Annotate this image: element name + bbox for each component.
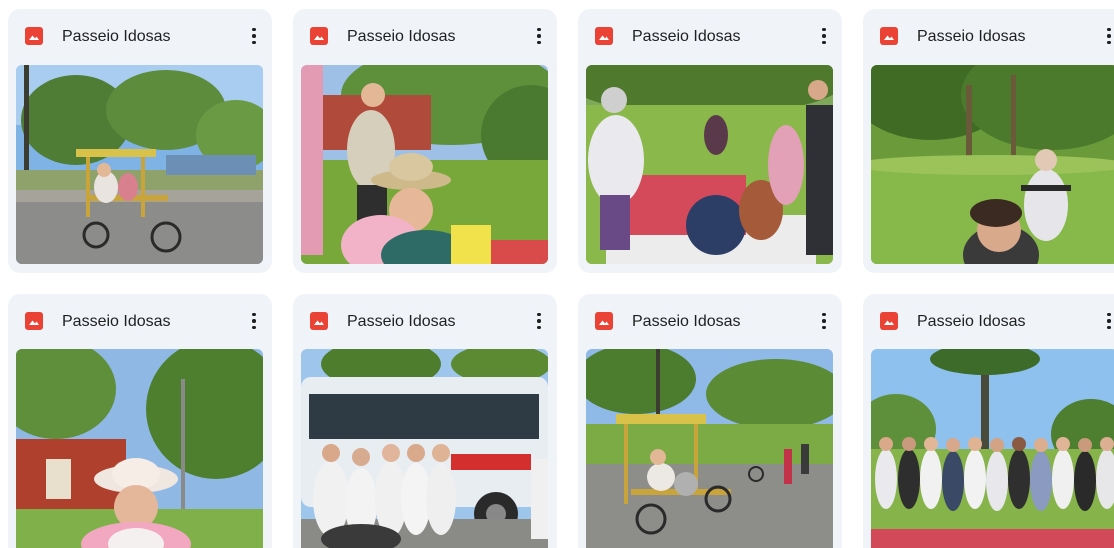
file-card[interactable]: Passeio Idosas bbox=[578, 294, 842, 548]
file-card-header: Passeio Idosas bbox=[578, 9, 842, 63]
image-thumbnail[interactable] bbox=[16, 65, 263, 264]
image-file-icon bbox=[25, 27, 43, 45]
image-thumbnail[interactable] bbox=[586, 349, 833, 548]
image-file-icon bbox=[880, 312, 898, 330]
file-card[interactable]: Passeio Idosas bbox=[578, 9, 842, 273]
file-title: Passeio Idosas bbox=[62, 313, 171, 330]
image-file-icon bbox=[595, 27, 613, 45]
file-card-header: Passeio Idosas bbox=[578, 294, 842, 348]
image-file-icon bbox=[310, 312, 328, 330]
more-options-button[interactable] bbox=[1097, 22, 1114, 50]
more-vert-icon bbox=[1107, 27, 1111, 32]
more-vert-icon bbox=[252, 27, 256, 32]
file-card[interactable]: Passeio Idosas bbox=[863, 9, 1114, 273]
file-title: Passeio Idosas bbox=[632, 28, 741, 45]
more-options-button[interactable] bbox=[812, 22, 836, 50]
file-card[interactable]: Passeio Idosas bbox=[8, 294, 272, 548]
more-vert-icon bbox=[537, 312, 541, 317]
file-card-header: Passeio Idosas bbox=[293, 294, 557, 348]
file-card-header: Passeio Idosas bbox=[8, 9, 272, 63]
more-vert-icon bbox=[1107, 312, 1111, 317]
file-card-header: Passeio Idosas bbox=[863, 9, 1114, 63]
file-card[interactable]: Passeio Idosas bbox=[293, 294, 557, 548]
file-card[interactable]: Passeio Idosas bbox=[8, 9, 272, 273]
image-thumbnail[interactable] bbox=[586, 65, 833, 264]
file-card-header: Passeio Idosas bbox=[293, 9, 557, 63]
file-card[interactable]: Passeio Idosas bbox=[293, 9, 557, 273]
more-options-button[interactable] bbox=[242, 307, 266, 335]
more-vert-icon bbox=[822, 27, 826, 32]
file-title: Passeio Idosas bbox=[62, 28, 171, 45]
more-options-button[interactable] bbox=[242, 22, 266, 50]
image-file-icon bbox=[880, 27, 898, 45]
file-title: Passeio Idosas bbox=[917, 28, 1026, 45]
more-vert-icon bbox=[252, 312, 256, 317]
image-thumbnail[interactable] bbox=[301, 65, 548, 264]
more-options-button[interactable] bbox=[1097, 307, 1114, 335]
image-thumbnail[interactable] bbox=[16, 349, 263, 548]
file-title: Passeio Idosas bbox=[347, 28, 456, 45]
image-file-icon bbox=[310, 27, 328, 45]
more-options-button[interactable] bbox=[527, 22, 551, 50]
file-grid: Passeio Idosas Passeio Idosas Passeio Id… bbox=[0, 0, 1114, 548]
file-title: Passeio Idosas bbox=[347, 313, 456, 330]
image-thumbnail[interactable] bbox=[871, 349, 1114, 548]
file-card-header: Passeio Idosas bbox=[863, 294, 1114, 348]
more-vert-icon bbox=[822, 312, 826, 317]
image-thumbnail[interactable] bbox=[871, 65, 1114, 264]
more-vert-icon bbox=[537, 27, 541, 32]
image-thumbnail[interactable] bbox=[301, 349, 548, 548]
more-options-button[interactable] bbox=[527, 307, 551, 335]
file-title: Passeio Idosas bbox=[632, 313, 741, 330]
image-file-icon bbox=[595, 312, 613, 330]
file-title: Passeio Idosas bbox=[917, 313, 1026, 330]
image-file-icon bbox=[25, 312, 43, 330]
file-card-header: Passeio Idosas bbox=[8, 294, 272, 348]
more-options-button[interactable] bbox=[812, 307, 836, 335]
file-card[interactable]: Passeio Idosas bbox=[863, 294, 1114, 548]
